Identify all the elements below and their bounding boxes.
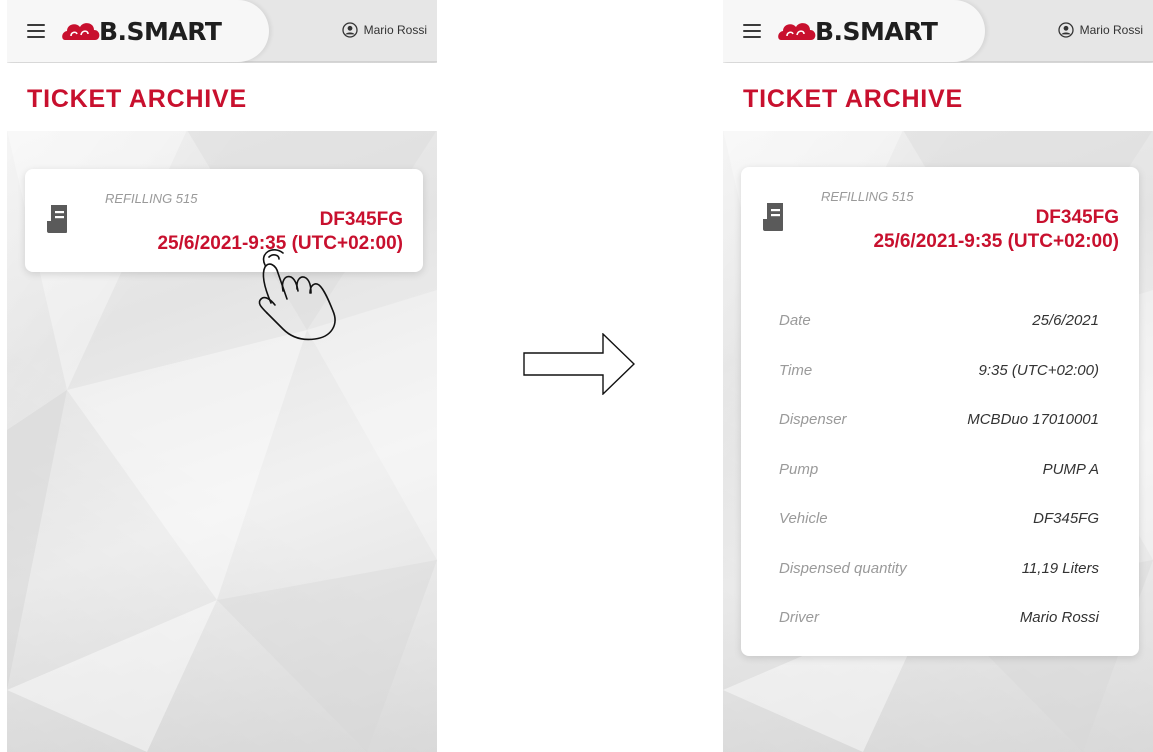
user-circle-icon [1057, 22, 1074, 38]
logo-mark-icon [778, 23, 816, 40]
detail-label: Driver [779, 609, 819, 626]
bsmart-logo: B.SMART [777, 14, 938, 48]
tap-hand-icon [258, 249, 336, 341]
ticket-plate: DF345FG [1035, 207, 1119, 228]
ticket-type: REFILLING 515 [105, 191, 198, 206]
ticket-plate: DF345FG [319, 209, 403, 230]
user-circle-icon [341, 22, 358, 38]
detail-value: 25/6/2021 [1032, 312, 1099, 329]
detail-label: Dispenser [779, 411, 847, 428]
user-account[interactable]: Mario Rossi [1057, 22, 1143, 38]
detail-row-quantity: Dispensed quantity 11,19 Liters [779, 556, 1099, 606]
user-name: Mario Rossi [1079, 23, 1143, 37]
user-name: Mario Rossi [363, 23, 427, 37]
bsmart-logo: B.SMART [61, 14, 222, 48]
ticket-datetime: 25/6/2021-9:35 (UTC+02:00) [873, 231, 1119, 252]
detail-value: PUMP A [1042, 460, 1099, 478]
phone-screen-list: B.SMART Mario Rossi TICKET ARCHIVE REFIL… [7, 0, 437, 752]
phone-screen-detail: B.SMART Mario Rossi TICKET ARCHIVE REFIL… [723, 0, 1153, 752]
detail-label: Date [779, 312, 811, 329]
receipt-icon [763, 203, 783, 231]
detail-row-vehicle: Vehicle DF345FG [779, 506, 1099, 556]
user-account[interactable]: Mario Rossi [341, 22, 427, 38]
logo-text: B.SMART [815, 16, 938, 46]
ticket-card-expanded[interactable]: REFILLING 515 DF345FG 25/6/2021-9:35 (UT… [741, 167, 1139, 656]
detail-row-pump: Pump PUMP A [779, 457, 1099, 507]
title-bar: TICKET ARCHIVE [7, 63, 437, 131]
detail-label: Time [779, 361, 813, 379]
detail-row-dispenser: Dispenser MCBDuo 17010001 [779, 407, 1099, 457]
receipt-icon [47, 205, 67, 233]
hamburger-menu-icon[interactable] [743, 24, 761, 38]
logo-mark-icon [62, 23, 100, 40]
detail-label: Dispensed quantity [779, 559, 907, 577]
logo-pill: B.SMART [723, 0, 985, 62]
ticket-type: REFILLING 515 [821, 189, 914, 204]
top-app-bar: B.SMART Mario Rossi [7, 0, 437, 62]
right-arrow-icon [523, 333, 635, 395]
detail-value: DF345FG [1033, 510, 1099, 527]
detail-value: MCBDuo 17010001 [967, 411, 1099, 428]
logo-text: B.SMART [99, 16, 222, 46]
logo-pill: B.SMART [7, 0, 269, 62]
page-title: TICKET ARCHIVE [27, 85, 248, 113]
ticket-details: Date 25/6/2021 Time 9:35 (UTC+02:00) Dis… [779, 308, 1099, 655]
hamburger-menu-icon[interactable] [27, 24, 45, 38]
detail-label: Pump [779, 460, 819, 478]
detail-row-time: Time 9:35 (UTC+02:00) [779, 358, 1099, 408]
top-app-bar: B.SMART Mario Rossi [723, 0, 1153, 62]
detail-row-date: Date 25/6/2021 [779, 308, 1099, 358]
detail-value: 11,19 Liters [1021, 559, 1099, 577]
title-bar: TICKET ARCHIVE [723, 63, 1153, 131]
detail-label: Vehicle [779, 510, 828, 527]
page-title: TICKET ARCHIVE [743, 85, 964, 113]
detail-row-driver: Driver Mario Rossi [779, 605, 1099, 655]
detail-value: 9:35 (UTC+02:00) [978, 361, 1099, 379]
detail-value: Mario Rossi [1019, 609, 1099, 626]
